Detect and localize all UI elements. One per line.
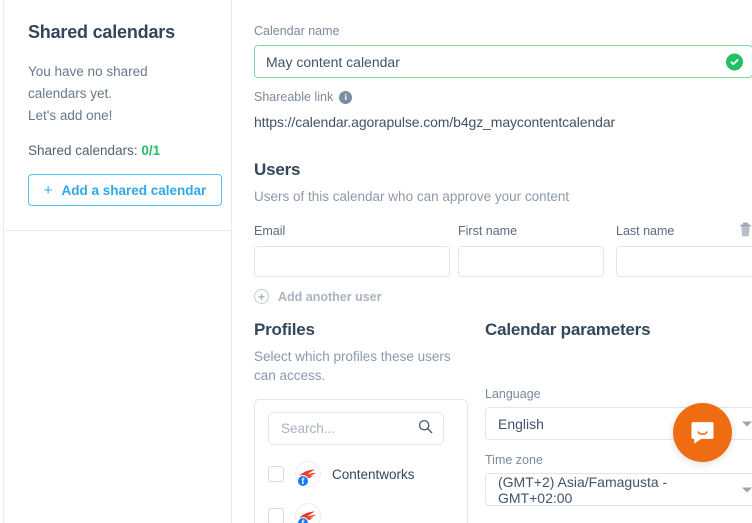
profile-search-placeholder: Search... xyxy=(281,421,335,436)
column-header-first-name: First name xyxy=(458,224,517,238)
profiles-section: Profiles Select which profiles these use… xyxy=(254,320,469,523)
avatar: f xyxy=(295,503,321,523)
user-last-name-input[interactable] xyxy=(616,246,752,277)
shared-calendars-count: Shared calendars: 0/1 xyxy=(28,143,207,158)
language-value: English xyxy=(498,416,544,432)
profile-checkbox[interactable] xyxy=(268,466,284,482)
column-header-email: Email xyxy=(254,224,285,238)
profiles-title: Profiles xyxy=(254,320,469,340)
shared-calendars-card: Shared calendars You have no shared cale… xyxy=(4,0,231,231)
info-icon[interactable]: i xyxy=(339,91,352,104)
users-section: Users Users of this calendar who can app… xyxy=(254,160,752,304)
timezone-field-group: Time zone (GMT+2) Asia/Famagusta - GMT+0… xyxy=(485,453,752,506)
empty-state-line-2: Let's add one! xyxy=(28,105,207,127)
add-another-user-label: Add another user xyxy=(278,290,382,304)
shared-calendars-count-label: Shared calendars: xyxy=(28,143,138,158)
shareable-link-label: Shareable link xyxy=(254,90,333,104)
column-header-last-name: Last name xyxy=(616,224,674,238)
delete-user-row-icon[interactable] xyxy=(739,222,752,237)
timezone-value: (GMT+2) Asia/Famagusta - GMT+02:00 xyxy=(498,474,735,506)
add-another-user-button[interactable]: + Add another user xyxy=(254,289,752,304)
timezone-select[interactable]: (GMT+2) Asia/Famagusta - GMT+02:00 xyxy=(485,473,752,506)
calendar-name-field-group: Calendar name May content calendar xyxy=(254,24,752,78)
sidebar-title: Shared calendars xyxy=(28,22,207,43)
language-label: Language xyxy=(485,387,752,401)
users-row xyxy=(254,246,752,278)
search-icon xyxy=(418,419,433,439)
facebook-icon: f xyxy=(297,517,309,523)
add-shared-calendar-button[interactable]: + Add a shared calendar xyxy=(28,174,222,206)
circle-plus-icon: + xyxy=(254,289,269,304)
shared-calendars-sidebar: Shared calendars You have no shared cale… xyxy=(3,0,232,523)
calendar-parameters-title: Calendar parameters xyxy=(485,320,752,340)
profiles-selector-box: Search... f xyxy=(254,399,468,523)
shareable-link-group: Shareable link i https://calendar.agorap… xyxy=(254,90,615,130)
chevron-down-icon xyxy=(742,487,752,492)
chevron-down-icon xyxy=(742,421,752,426)
profile-list-item[interactable]: f Contentworks xyxy=(268,461,454,487)
user-email-input[interactable] xyxy=(254,246,450,277)
avatar: f xyxy=(295,461,321,487)
profile-checkbox[interactable] xyxy=(268,508,284,523)
users-title: Users xyxy=(254,160,752,180)
shareable-link-url[interactable]: https://calendar.agorapulse.com/b4gz_may… xyxy=(254,114,615,130)
shared-calendar-settings-page: Shared calendars You have no shared cale… xyxy=(0,0,752,523)
profile-list-item[interactable]: f xyxy=(268,503,454,523)
calendar-name-label: Calendar name xyxy=(254,24,752,38)
facebook-icon: f xyxy=(297,475,309,487)
chat-bubble-icon xyxy=(689,419,716,446)
calendar-form-panel: Calendar name May content calendar Share… xyxy=(233,0,752,523)
shareable-link-label-row: Shareable link i xyxy=(254,90,615,104)
profiles-subtitle: Select which profiles these users can ac… xyxy=(254,347,469,385)
add-shared-calendar-label: Add a shared calendar xyxy=(61,183,206,198)
user-first-name-input[interactable] xyxy=(458,246,604,277)
shared-calendars-count-value: 0/1 xyxy=(141,143,160,158)
calendar-name-value: May content calendar xyxy=(266,54,400,70)
profile-search-input[interactable]: Search... xyxy=(268,412,444,445)
intercom-launcher-button[interactable] xyxy=(673,403,732,462)
users-subtitle: Users of this calendar who can approve y… xyxy=(254,187,752,206)
valid-check-icon xyxy=(726,53,743,70)
users-column-headers: Email First name Last name xyxy=(254,224,752,241)
empty-state-line-1: You have no shared calendars yet. xyxy=(28,61,207,105)
profile-name: Contentworks xyxy=(332,467,415,482)
calendar-name-input[interactable]: May content calendar xyxy=(254,45,752,78)
plus-icon: + xyxy=(44,183,53,198)
